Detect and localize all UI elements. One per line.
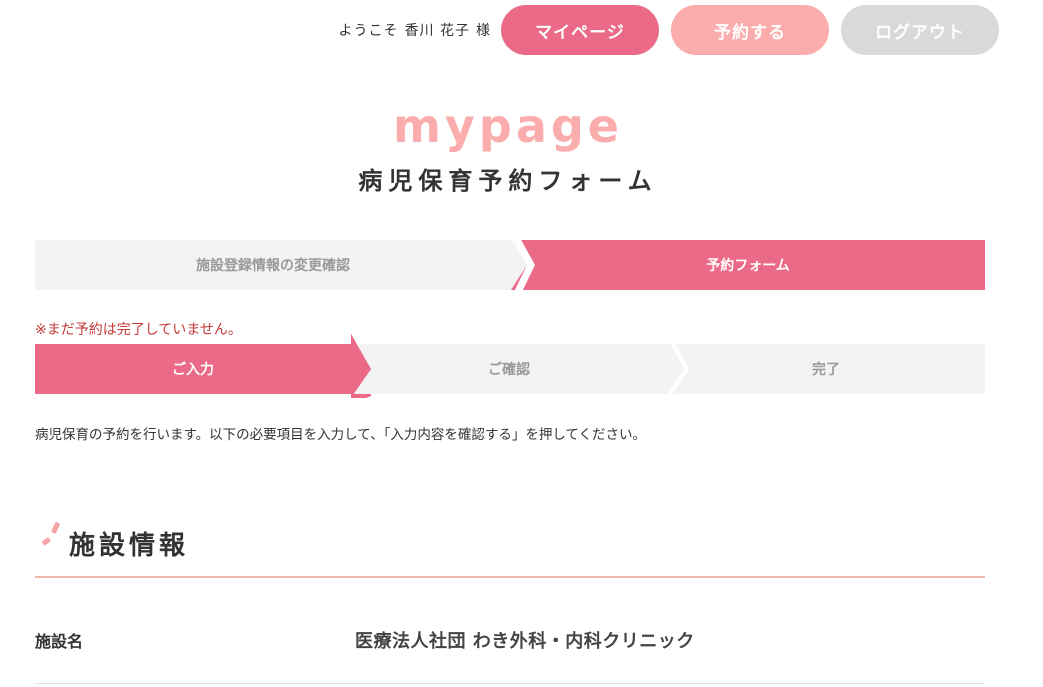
page-title-en: mypage <box>392 99 623 153</box>
sub-progress-steps: ご入力 ご確認 完了 <box>35 334 985 398</box>
step-facility-confirm: 施設登録情報の変更確認 <box>196 258 350 274</box>
logout-button[interactable]: ログアウト <box>841 5 999 55</box>
reserve-button[interactable]: 予約する <box>671 5 829 55</box>
welcome-prefix: ようこそ <box>338 23 399 39</box>
sparkle-icon <box>41 522 60 546</box>
step-complete: 完了 <box>812 362 840 378</box>
main-progress-steps: 施設登録情報の変更確認 予約フォーム <box>35 240 985 298</box>
welcome-message: ようこそ 香川 花子 様 <box>339 20 491 40</box>
facility-name-row: 施設名 医療法人社団 わき外科・内科クリニック <box>35 612 985 684</box>
facility-name-label: 施設名 <box>35 632 84 651</box>
section-title: 施設情報 <box>69 531 190 561</box>
facility-name-value: 医療法人社団 わき外科・内科クリニック <box>355 631 695 652</box>
form-description: 病児保育の予約を行います。以下の必要項目を入力して、「入力内容を確認する」を押し… <box>35 427 647 443</box>
page-title: 病児保育予約フォーム <box>358 167 658 195</box>
step-input: ご入力 <box>172 362 214 378</box>
header: ようこそ 香川 花子 様 マイページ 予約する ログアウト <box>339 5 999 55</box>
honorific: 様 <box>476 23 491 39</box>
mypage-button[interactable]: マイページ <box>501 5 659 55</box>
step-confirm: ご確認 <box>488 362 530 378</box>
step-reservation-form: 予約フォーム <box>706 258 790 274</box>
user-name: 香川 花子 <box>404 23 470 39</box>
section-facility-info: 施設情報 <box>35 518 985 578</box>
